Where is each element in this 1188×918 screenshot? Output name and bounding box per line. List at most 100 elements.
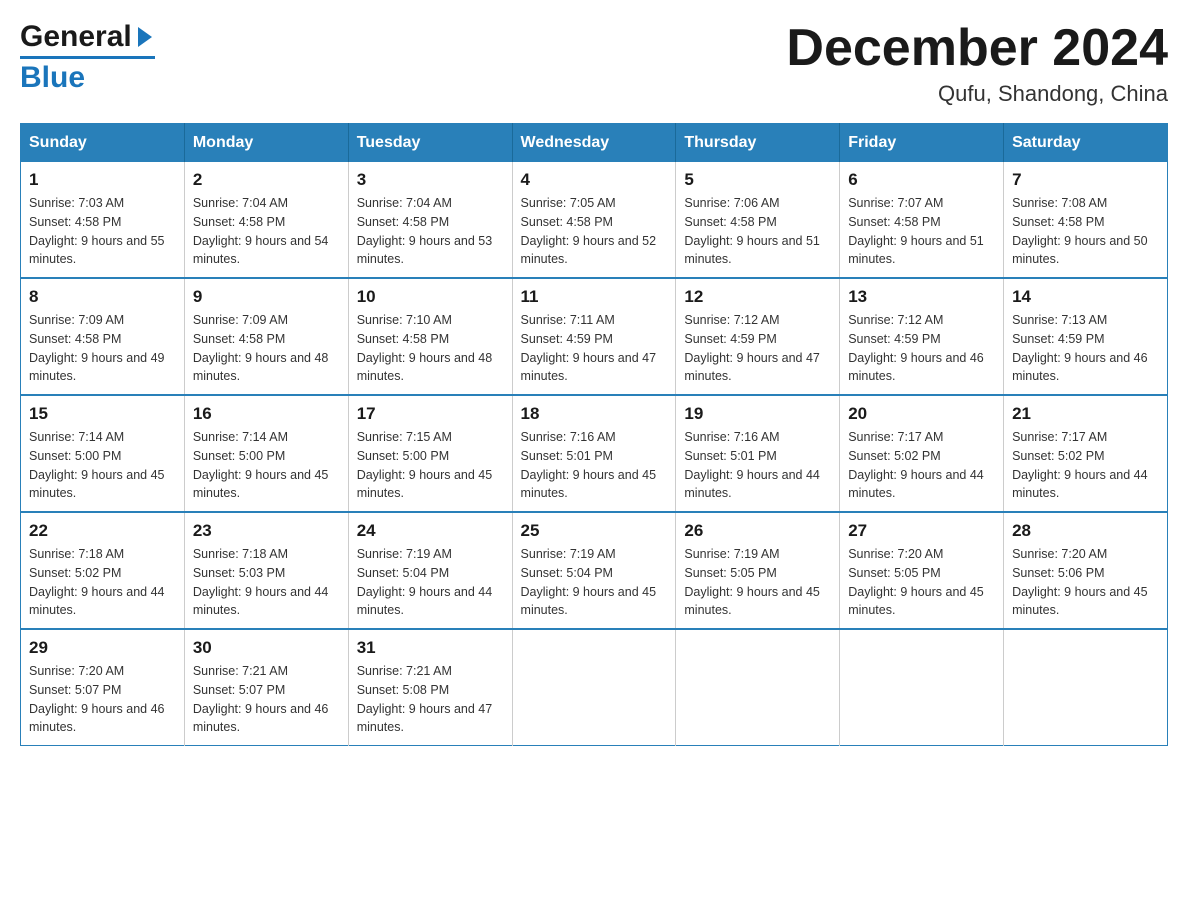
logo-blue-text: Blue bbox=[20, 61, 85, 95]
col-thursday: Thursday bbox=[676, 124, 840, 163]
day-number: 3 bbox=[357, 170, 504, 190]
table-row: 7Sunrise: 7:08 AMSunset: 4:58 PMDaylight… bbox=[1004, 162, 1168, 278]
day-number: 5 bbox=[684, 170, 831, 190]
day-info: Sunrise: 7:09 AMSunset: 4:58 PMDaylight:… bbox=[193, 311, 340, 386]
logo-triangle-icon bbox=[138, 27, 152, 47]
calendar-week-row: 22 Sunrise: 7:18 AMSunset: 5:02 PMDayligh… bbox=[21, 512, 1168, 629]
day-number: 31 bbox=[357, 638, 504, 658]
day-number: 2 bbox=[193, 170, 340, 190]
calendar-week-row: 1 Sunrise: 7:03 AMSunset: 4:58 PMDaylight… bbox=[21, 162, 1168, 278]
day-number: 6 bbox=[848, 170, 995, 190]
day-number: 15 bbox=[29, 404, 176, 424]
table-row: 16 Sunrise: 7:14 AMSunset: 5:00 PMDayligh… bbox=[184, 395, 348, 512]
day-info: Sunrise: 7:17 AMSunset: 5:02 PMDaylight:… bbox=[848, 428, 995, 503]
day-info: Sunrise: 7:12 AMSunset: 4:59 PMDaylight:… bbox=[684, 311, 831, 386]
location-text: Qufu, Shandong, China bbox=[786, 81, 1168, 107]
day-number: 24 bbox=[357, 521, 504, 541]
day-info: Sunrise: 7:04 AMSunset: 4:58 PMDaylight:… bbox=[193, 194, 340, 269]
day-number: 28 bbox=[1012, 521, 1159, 541]
day-info: Sunrise: 7:12 AMSunset: 4:59 PMDaylight:… bbox=[848, 311, 995, 386]
day-info: Sunrise: 7:14 AMSunset: 5:00 PMDaylight:… bbox=[193, 428, 340, 503]
logo-general-text: General bbox=[20, 20, 132, 54]
day-number: 16 bbox=[193, 404, 340, 424]
table-row: 29Sunrise: 7:20 AMSunset: 5:07 PMDayligh… bbox=[21, 629, 185, 746]
day-info: Sunrise: 7:07 AMSunset: 4:58 PMDaylight:… bbox=[848, 194, 995, 269]
col-sunday: Sunday bbox=[21, 124, 185, 163]
table-row: 19 Sunrise: 7:16 AMSunset: 5:01 PMDayligh… bbox=[676, 395, 840, 512]
calendar-header-row: Sunday Monday Tuesday Wednesday Thursday… bbox=[21, 124, 1168, 163]
table-row: 23Sunrise: 7:18 AMSunset: 5:03 PMDayligh… bbox=[184, 512, 348, 629]
day-number: 12 bbox=[684, 287, 831, 307]
table-row: 24Sunrise: 7:19 AMSunset: 5:04 PMDayligh… bbox=[348, 512, 512, 629]
day-info: Sunrise: 7:20 AMSunset: 5:05 PMDaylight:… bbox=[848, 545, 995, 620]
col-monday: Monday bbox=[184, 124, 348, 163]
day-info: Sunrise: 7:21 AMSunset: 5:07 PMDaylight:… bbox=[193, 662, 340, 737]
day-info: Sunrise: 7:05 AMSunset: 4:58 PMDaylight:… bbox=[521, 194, 668, 269]
day-number: 11 bbox=[521, 287, 668, 307]
day-info: Sunrise: 7:13 AMSunset: 4:59 PMDaylight:… bbox=[1012, 311, 1159, 386]
day-info: Sunrise: 7:03 AMSunset: 4:58 PMDaylight:… bbox=[29, 194, 176, 269]
day-info: Sunrise: 7:09 AMSunset: 4:58 PMDaylight:… bbox=[29, 311, 176, 386]
table-row: 22 Sunrise: 7:18 AMSunset: 5:02 PMDayligh… bbox=[21, 512, 185, 629]
calendar-table: Sunday Monday Tuesday Wednesday Thursday… bbox=[20, 123, 1168, 746]
day-number: 29 bbox=[29, 638, 176, 658]
day-number: 21 bbox=[1012, 404, 1159, 424]
table-row: 5 Sunrise: 7:06 AMSunset: 4:58 PMDaylight… bbox=[676, 162, 840, 278]
day-info: Sunrise: 7:14 AMSunset: 5:00 PMDaylight:… bbox=[29, 428, 176, 503]
day-info: Sunrise: 7:18 AMSunset: 5:02 PMDaylight:… bbox=[29, 545, 176, 620]
col-friday: Friday bbox=[840, 124, 1004, 163]
day-number: 19 bbox=[684, 404, 831, 424]
table-row bbox=[512, 629, 676, 746]
col-saturday: Saturday bbox=[1004, 124, 1168, 163]
logo: General Blue bbox=[20, 20, 155, 95]
table-row: 4Sunrise: 7:05 AMSunset: 4:58 PMDaylight… bbox=[512, 162, 676, 278]
table-row: 13Sunrise: 7:12 AMSunset: 4:59 PMDayligh… bbox=[840, 278, 1004, 395]
day-info: Sunrise: 7:21 AMSunset: 5:08 PMDaylight:… bbox=[357, 662, 504, 737]
table-row: 18 Sunrise: 7:16 AMSunset: 5:01 PMDayligh… bbox=[512, 395, 676, 512]
day-number: 18 bbox=[521, 404, 668, 424]
day-number: 14 bbox=[1012, 287, 1159, 307]
day-info: Sunrise: 7:19 AMSunset: 5:05 PMDaylight:… bbox=[684, 545, 831, 620]
day-info: Sunrise: 7:16 AMSunset: 5:01 PMDaylight:… bbox=[521, 428, 668, 503]
table-row: 8 Sunrise: 7:09 AMSunset: 4:58 PMDaylight… bbox=[21, 278, 185, 395]
table-row: 27 Sunrise: 7:20 AMSunset: 5:05 PMDayligh… bbox=[840, 512, 1004, 629]
day-number: 10 bbox=[357, 287, 504, 307]
day-info: Sunrise: 7:10 AMSunset: 4:58 PMDaylight:… bbox=[357, 311, 504, 386]
day-number: 27 bbox=[848, 521, 995, 541]
day-info: Sunrise: 7:18 AMSunset: 5:03 PMDaylight:… bbox=[193, 545, 340, 620]
table-row bbox=[1004, 629, 1168, 746]
day-info: Sunrise: 7:16 AMSunset: 5:01 PMDaylight:… bbox=[684, 428, 831, 503]
calendar-week-row: 15 Sunrise: 7:14 AMSunset: 5:00 PMDayligh… bbox=[21, 395, 1168, 512]
month-title: December 2024 bbox=[786, 20, 1168, 77]
day-info: Sunrise: 7:20 AMSunset: 5:06 PMDaylight:… bbox=[1012, 545, 1159, 620]
day-number: 17 bbox=[357, 404, 504, 424]
table-row: 25Sunrise: 7:19 AMSunset: 5:04 PMDayligh… bbox=[512, 512, 676, 629]
calendar-week-row: 8 Sunrise: 7:09 AMSunset: 4:58 PMDaylight… bbox=[21, 278, 1168, 395]
table-row: 11 Sunrise: 7:11 AMSunset: 4:59 PMDayligh… bbox=[512, 278, 676, 395]
day-info: Sunrise: 7:04 AMSunset: 4:58 PMDaylight:… bbox=[357, 194, 504, 269]
day-number: 20 bbox=[848, 404, 995, 424]
day-info: Sunrise: 7:08 AMSunset: 4:58 PMDaylight:… bbox=[1012, 194, 1159, 269]
day-info: Sunrise: 7:06 AMSunset: 4:58 PMDaylight:… bbox=[684, 194, 831, 269]
table-row: 17 Sunrise: 7:15 AMSunset: 5:00 PMDayligh… bbox=[348, 395, 512, 512]
page-header: General Blue December 2024 Qufu, Shandon… bbox=[20, 20, 1168, 107]
table-row: 1 Sunrise: 7:03 AMSunset: 4:58 PMDaylight… bbox=[21, 162, 185, 278]
day-info: Sunrise: 7:19 AMSunset: 5:04 PMDaylight:… bbox=[521, 545, 668, 620]
table-row: 31 Sunrise: 7:21 AMSunset: 5:08 PMDayligh… bbox=[348, 629, 512, 746]
title-block: December 2024 Qufu, Shandong, China bbox=[786, 20, 1168, 107]
calendar-week-row: 29Sunrise: 7:20 AMSunset: 5:07 PMDayligh… bbox=[21, 629, 1168, 746]
table-row: 21Sunrise: 7:17 AMSunset: 5:02 PMDayligh… bbox=[1004, 395, 1168, 512]
col-wednesday: Wednesday bbox=[512, 124, 676, 163]
table-row bbox=[840, 629, 1004, 746]
table-row: 12 Sunrise: 7:12 AMSunset: 4:59 PMDayligh… bbox=[676, 278, 840, 395]
table-row: 9Sunrise: 7:09 AMSunset: 4:58 PMDaylight… bbox=[184, 278, 348, 395]
day-number: 22 bbox=[29, 521, 176, 541]
table-row: 15 Sunrise: 7:14 AMSunset: 5:00 PMDayligh… bbox=[21, 395, 185, 512]
day-info: Sunrise: 7:15 AMSunset: 5:00 PMDaylight:… bbox=[357, 428, 504, 503]
day-number: 1 bbox=[29, 170, 176, 190]
table-row: 14 Sunrise: 7:13 AMSunset: 4:59 PMDayligh… bbox=[1004, 278, 1168, 395]
table-row: 30Sunrise: 7:21 AMSunset: 5:07 PMDayligh… bbox=[184, 629, 348, 746]
table-row: 3 Sunrise: 7:04 AMSunset: 4:58 PMDaylight… bbox=[348, 162, 512, 278]
day-number: 8 bbox=[29, 287, 176, 307]
day-info: Sunrise: 7:11 AMSunset: 4:59 PMDaylight:… bbox=[521, 311, 668, 386]
